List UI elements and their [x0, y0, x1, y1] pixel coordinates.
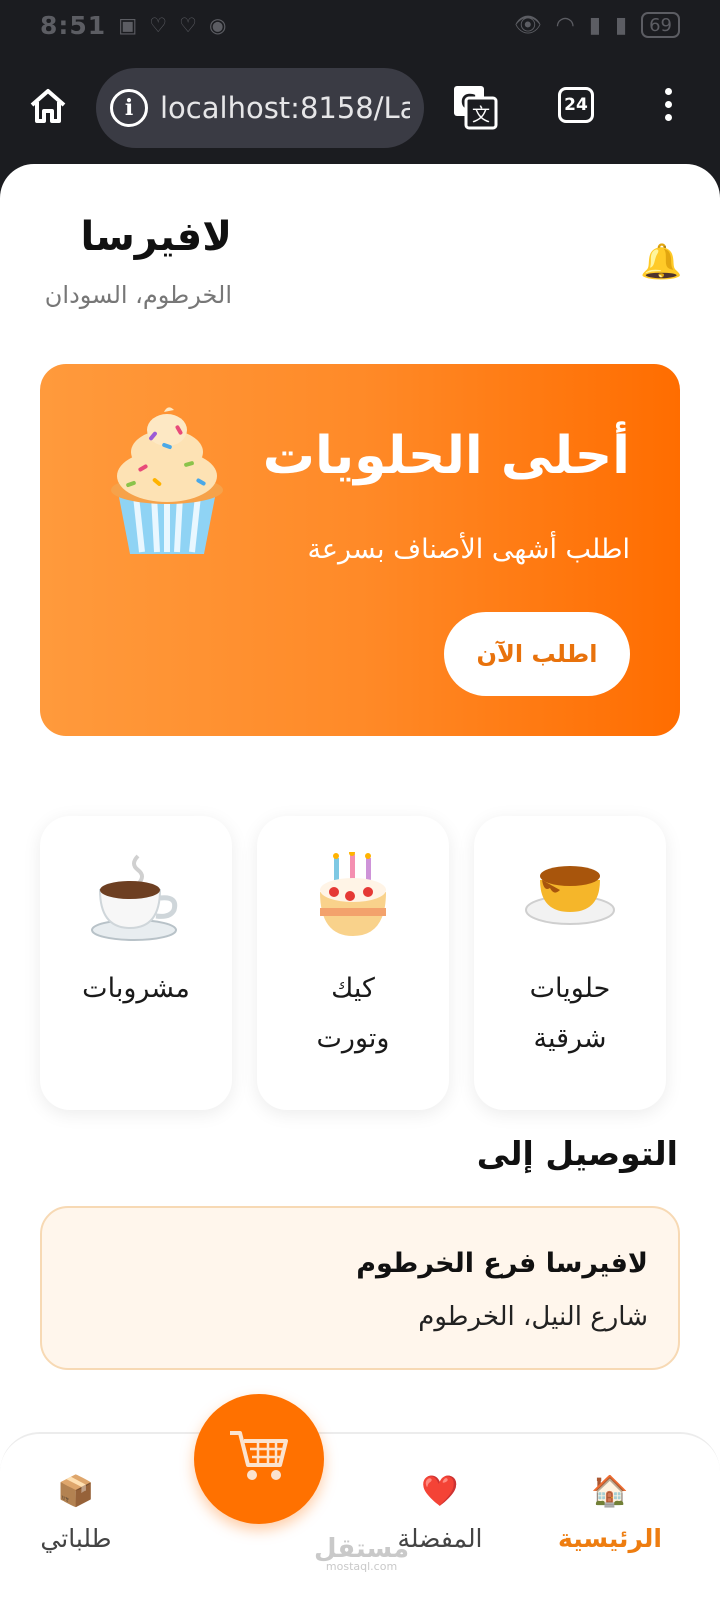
- wifi-icon: ◠: [555, 12, 575, 38]
- category-card-drinks[interactable]: مشروبات: [40, 816, 232, 1110]
- cupcake-icon: [104, 404, 230, 564]
- watermark-sub: mostaql.com: [325, 1560, 398, 1573]
- hero-subtitle: اطلب أشهى الأصناف بسرعة: [307, 534, 630, 565]
- hero-banner: أحلى الحلويات اطلب أشهى الأصناف بسرعة اط…: [40, 364, 680, 736]
- signal-icon: ▮: [588, 12, 601, 38]
- heart-notification-icon: ♡: [149, 13, 168, 37]
- coffee-icon: [90, 852, 182, 946]
- category-card-oriental-sweets[interactable]: حلويات شرقية: [474, 816, 666, 1110]
- translate-icon[interactable]: G 文: [452, 84, 498, 130]
- site-info-icon[interactable]: i: [110, 89, 148, 127]
- cart-button[interactable]: [194, 1394, 324, 1524]
- eye-icon: 👁: [513, 12, 542, 38]
- battery-indicator: 69: [641, 12, 680, 38]
- cake-icon: [316, 850, 390, 946]
- delivery-section-title: التوصيل إلى: [476, 1134, 678, 1173]
- category-label: كيك وتورت: [316, 973, 390, 1054]
- category-label: حلويات شرقية: [529, 973, 611, 1054]
- branch-name: لافيرسا فرع الخرطوم: [356, 1248, 648, 1279]
- watermark: مستقل mostaql.com: [314, 1536, 409, 1576]
- svg-text:文: 文: [472, 105, 490, 126]
- package-icon: 📦: [57, 1474, 95, 1509]
- browser-toolbar: i localhost:8158/La G 文 24: [0, 62, 720, 158]
- nav-orders-label: طلباتي: [40, 1524, 112, 1553]
- more-menu-icon[interactable]: [660, 88, 676, 128]
- tab-switcher-button[interactable]: 24: [558, 87, 594, 123]
- delivery-address-card[interactable]: لافيرسا فرع الخرطوم شارع النيل، الخرطوم: [40, 1206, 680, 1370]
- bell-icon[interactable]: 🔔: [640, 242, 682, 282]
- brand-location: الخرطوم، السودان: [44, 281, 232, 309]
- house-icon: 🏠: [591, 1474, 629, 1509]
- nav-home-label: الرئيسية: [558, 1524, 662, 1553]
- category-card-cakes[interactable]: كيك وتورت: [257, 816, 449, 1110]
- media-notification-icon: ◉: [208, 13, 227, 37]
- address-bar[interactable]: i localhost:8158/La: [96, 68, 424, 148]
- status-time: 8:51: [40, 10, 107, 40]
- order-now-button[interactable]: اطلب الآن: [444, 612, 630, 696]
- nav-orders[interactable]: 📦 طلباتي: [0, 1474, 156, 1553]
- bottom-navigation: 🏠 الرئيسية ❤️ المفضلة 📦 طلباتي: [0, 1432, 720, 1612]
- facebook-icon: ▣: [118, 13, 138, 37]
- cart-icon: [228, 1429, 290, 1489]
- url-text[interactable]: localhost:8158/La: [160, 91, 410, 125]
- signal-icon: ▮: [614, 12, 628, 38]
- heart-notification-icon: ♡: [179, 13, 197, 37]
- category-label: مشروبات: [82, 973, 190, 1004]
- hero-title: أحلى الحلويات: [262, 426, 630, 486]
- branch-address: شارع النيل، الخرطوم: [418, 1302, 648, 1332]
- home-icon[interactable]: [28, 86, 68, 126]
- status-bar: 8:51 ▣ ♡ ♡ ◉ 👁 ◠ ▮ ▮ 69: [0, 0, 720, 50]
- heart-icon: ❤️: [421, 1474, 459, 1509]
- web-page: لافيرسا الخرطوم، السودان 🔔 أحلى الحلويات…: [0, 164, 720, 1612]
- brand-title: لافيرسا: [80, 214, 232, 260]
- flan-icon: [524, 852, 616, 930]
- nav-home[interactable]: 🏠 الرئيسية: [530, 1474, 690, 1553]
